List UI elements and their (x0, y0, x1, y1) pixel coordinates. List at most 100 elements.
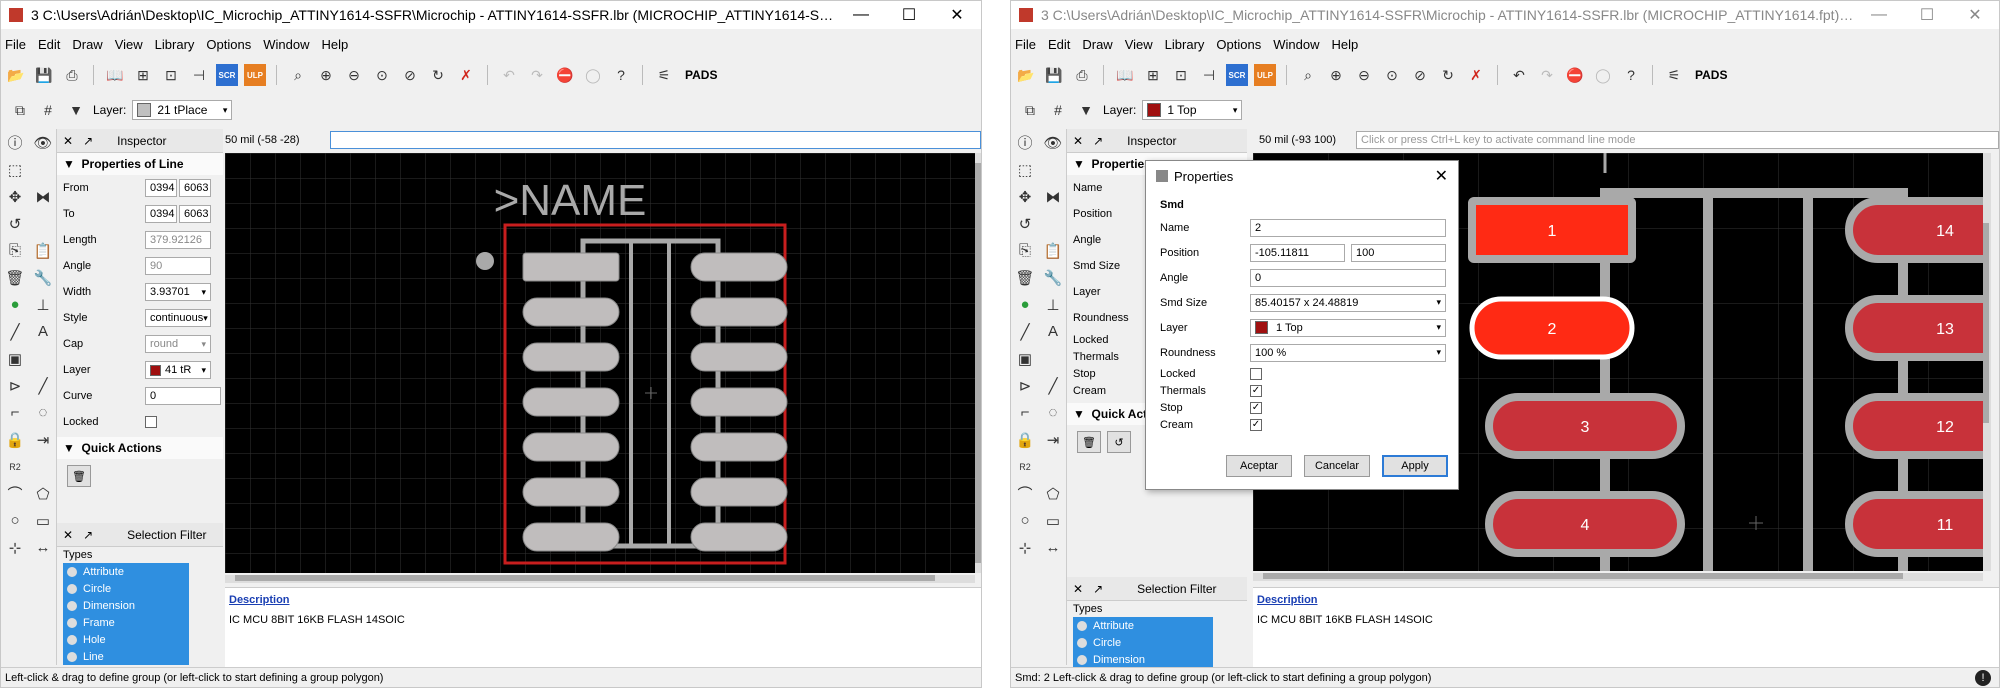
delete-action-button[interactable]: 🗑 (67, 465, 91, 487)
eye-icon[interactable]: 👁 (1043, 134, 1062, 152)
script-icon[interactable]: SCR (216, 64, 238, 86)
polygon-icon[interactable]: ▣ (8, 350, 22, 368)
properties-section[interactable]: ▼ Properties of Line (57, 153, 223, 175)
info-icon[interactable]: ⓘ (1017, 132, 1032, 153)
pad[interactable] (690, 297, 788, 327)
menu-help[interactable]: Help (1331, 37, 1358, 52)
paste-icon[interactable]: 📋 (1044, 242, 1063, 260)
pad[interactable] (690, 387, 788, 417)
open-icon[interactable]: 📂 (5, 64, 27, 86)
pad[interactable] (690, 477, 788, 507)
stop-icon[interactable]: ⛔ (1564, 64, 1586, 86)
pin-icon[interactable]: ⊳ (9, 377, 22, 395)
scrollbar-thumb[interactable] (1263, 573, 1903, 579)
redo-icon[interactable]: ↷ (526, 64, 548, 86)
menu-window[interactable]: Window (1273, 37, 1319, 52)
smd-icon[interactable]: ⊥ (36, 296, 49, 314)
pentagon-icon[interactable]: ⬠ (1046, 485, 1059, 503)
pentagon-icon[interactable]: ⬠ (36, 485, 49, 503)
undock-icon[interactable]: ↗ (83, 134, 93, 148)
cream-checkbox[interactable]: ✓ (1250, 418, 1262, 431)
wire-icon[interactable]: ╱ (38, 377, 47, 395)
pad[interactable] (690, 522, 788, 552)
save-icon[interactable]: 💾 (33, 64, 55, 86)
route-icon[interactable]: ⌐ (1021, 404, 1030, 421)
hole-icon[interactable]: ⊹ (9, 539, 22, 557)
undock-icon[interactable]: ↗ (1093, 134, 1103, 148)
zoom-fit-icon[interactable]: ⌕ (1297, 64, 1319, 86)
cancel-button[interactable]: Cancelar (1304, 455, 1370, 477)
rotate-action-button[interactable]: ↺ (1107, 431, 1131, 453)
rectangle-icon[interactable]: ▭ (36, 512, 50, 530)
wrench-icon[interactable]: 🔧 (34, 269, 53, 287)
close-icon[interactable]: ✕ (1435, 166, 1448, 186)
menu-library[interactable]: Library (1165, 37, 1205, 52)
menu-view[interactable]: View (1125, 37, 1153, 52)
zoom-in-icon[interactable]: ⊕ (1325, 64, 1347, 86)
select-icon[interactable]: ⬚ (1018, 161, 1032, 179)
arc-icon[interactable]: ⌒ (1017, 483, 1032, 504)
pad-icon[interactable]: ● (1020, 296, 1029, 313)
dashed-circle-icon[interactable]: ◌ (39, 404, 48, 421)
pad[interactable] (1845, 197, 1983, 263)
symbol-icon[interactable]: ⊣ (188, 64, 210, 86)
copy-icon[interactable]: ⎘ (9, 242, 21, 259)
name-icon[interactable]: R2 (1019, 462, 1031, 472)
thermals-checkbox[interactable]: ✓ (1250, 384, 1262, 397)
dashed-circle-icon[interactable]: ◌ (1049, 404, 1058, 421)
pad[interactable] (522, 252, 620, 282)
style-select[interactable]: continuous (145, 309, 211, 327)
scrollbar-thumb[interactable] (975, 163, 981, 563)
lock-icon[interactable]: 🔒 (6, 431, 25, 449)
name-icon[interactable]: R2 (9, 462, 21, 472)
circle-icon[interactable]: ○ (10, 512, 19, 529)
drawing-canvas[interactable]: >NAME (225, 153, 975, 573)
undock-icon[interactable]: ↗ (83, 528, 93, 542)
circle-icon[interactable]: ○ (1020, 512, 1029, 529)
type-item[interactable]: Circle (63, 580, 189, 597)
name-field[interactable]: 2 (1250, 218, 1446, 237)
from-x-field[interactable]: 0394 (145, 179, 177, 197)
cancel-command-icon[interactable]: ✗ (1465, 64, 1487, 86)
stop-icon[interactable]: ⛔ (554, 64, 576, 86)
undock-icon[interactable]: ↗ (1093, 582, 1103, 596)
ulp-icon[interactable]: ULP (244, 64, 266, 86)
pads-icon[interactable]: ⚟ (653, 64, 675, 86)
minimize-icon[interactable]: — (837, 6, 885, 24)
close-panel-icon[interactable]: ✕ (1073, 582, 1083, 596)
ulp-icon[interactable]: ULP (1254, 64, 1276, 86)
scrollbar-thumb[interactable] (235, 575, 935, 581)
mirror-icon[interactable]: ⧓ (36, 188, 51, 206)
from-y-field[interactable]: 6063 (179, 179, 211, 197)
menu-file[interactable]: File (1015, 37, 1036, 52)
layers-icon[interactable]: ⧉ (9, 99, 31, 121)
zoom-previous-icon[interactable]: ⊘ (1409, 64, 1431, 86)
close-icon[interactable]: ✕ (933, 5, 981, 25)
type-item[interactable]: Attribute (1073, 617, 1213, 634)
copy-icon[interactable]: ⎘ (1019, 242, 1031, 259)
menu-edit[interactable]: Edit (38, 37, 60, 52)
rectangle-icon[interactable]: ▭ (1046, 512, 1060, 530)
wire-icon[interactable]: ╱ (1048, 377, 1057, 395)
type-item[interactable]: Dimension (1073, 651, 1213, 668)
zoom-fit-icon[interactable]: ⌕ (287, 64, 309, 86)
print-icon[interactable]: ⎙ (61, 64, 83, 86)
save-icon[interactable]: 💾 (1043, 64, 1065, 86)
footprint-icon[interactable]: ⊞ (132, 64, 154, 86)
polygon-icon[interactable]: ▣ (1018, 350, 1032, 368)
undo-icon[interactable]: ↶ (498, 64, 520, 86)
menu-file[interactable]: File (5, 37, 26, 52)
layer-select[interactable]: 1 Top ▾ (1142, 100, 1243, 120)
position-y-field[interactable]: 100 (1351, 243, 1446, 262)
pad[interactable] (690, 432, 788, 462)
pad[interactable] (522, 387, 620, 417)
pad[interactable] (522, 477, 620, 507)
redo-icon[interactable]: ↷ (1536, 64, 1558, 86)
type-item[interactable]: Circle (1073, 634, 1213, 651)
redraw-icon[interactable]: ↻ (427, 64, 449, 86)
menu-options[interactable]: Options (1216, 37, 1261, 52)
info-icon[interactable]: ⓘ (7, 132, 22, 153)
menu-help[interactable]: Help (321, 37, 348, 52)
cap-select[interactable]: round (145, 335, 211, 353)
text-icon[interactable]: A (1048, 323, 1058, 340)
